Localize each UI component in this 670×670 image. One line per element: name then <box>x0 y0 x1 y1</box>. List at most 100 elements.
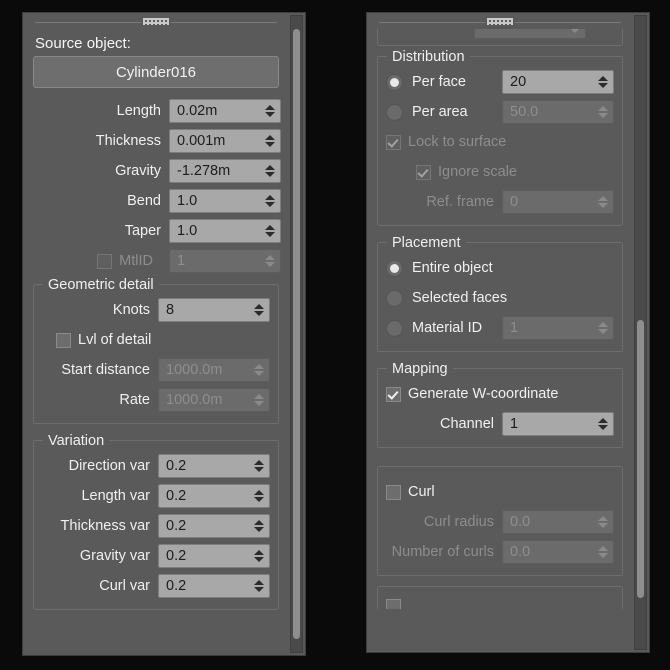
length-spinner[interactable]: 0.02m <box>169 99 281 123</box>
direction-var-spinner[interactable]: 0.2 <box>158 454 270 478</box>
per-area-value: 50.0 <box>510 104 539 120</box>
rate-spinner: 1000.0m <box>158 388 270 412</box>
thickness-spinner[interactable]: 0.001m <box>169 129 281 153</box>
gravity-var-spinner[interactable]: 0.2 <box>158 544 270 568</box>
length-label: Length <box>116 103 161 119</box>
number-of-curls-value: 0.0 <box>510 544 531 560</box>
gravity-spinner[interactable]: -1.278m <box>169 159 281 183</box>
length-var-label: Length var <box>81 488 150 504</box>
thickness-var-label: Thickness var <box>60 518 150 534</box>
gravity-label: Gravity <box>115 163 161 179</box>
per-face-label: Per face <box>412 74 466 90</box>
row-lock-to-surface: Lock to surface <box>386 129 614 155</box>
curl-var-spinner[interactable]: 0.2 <box>158 574 270 598</box>
row-start-distance: Start distance 1000.0m <box>42 357 270 383</box>
start-distance-value: 1000.0m <box>166 362 223 378</box>
per-face-radio[interactable] <box>386 73 403 91</box>
spinner-arrows-icon[interactable] <box>251 455 267 477</box>
spinner-arrows-icon[interactable] <box>595 413 611 435</box>
curl-radius-spinner: 0.0 <box>502 510 614 534</box>
rate-label: Rate <box>119 392 150 408</box>
bend-value: 1.0 <box>177 193 198 209</box>
spinner-arrows-icon[interactable] <box>262 160 278 182</box>
panel-drag-grip[interactable] <box>35 15 277 29</box>
row-channel: Channel 1 <box>386 411 614 437</box>
geometric-detail-group: Geometric detail Knots 8 Lvl of detail S… <box>33 277 279 424</box>
row-entire-object: Entire object <box>386 255 614 281</box>
entire-object-label: Entire object <box>412 260 493 276</box>
spinner-arrows-icon[interactable] <box>251 515 267 537</box>
geometric-detail-title: Geometric detail <box>43 277 159 293</box>
per-face-spinner[interactable]: 20 <box>502 70 614 94</box>
bend-label: Bend <box>127 193 161 209</box>
entire-object-radio[interactable] <box>386 259 403 277</box>
spinner-arrows-icon[interactable] <box>567 29 583 38</box>
start-distance-label: Start distance <box>61 362 150 378</box>
mtlid-label: MtlID <box>119 253 153 269</box>
source-object-button[interactable]: Cylinder016 <box>33 56 279 88</box>
row-length: Length 0.02m <box>31 98 281 124</box>
bend-spinner[interactable]: 1.0 <box>169 189 281 213</box>
selected-faces-radio[interactable] <box>386 289 403 307</box>
left-panel-scrollbar[interactable] <box>290 15 303 653</box>
row-curl-var: Curl var 0.2 <box>42 573 270 599</box>
spinner-arrows-icon[interactable] <box>595 71 611 93</box>
next-group-stub <box>377 586 623 609</box>
row-per-face: Per face 20 <box>386 69 614 95</box>
selected-faces-label: Selected faces <box>412 290 508 306</box>
row-gravity: Gravity -1.278m <box>31 158 281 184</box>
right-scrollbar-thumb[interactable] <box>637 319 644 599</box>
direction-var-value: 0.2 <box>166 458 187 474</box>
rate-value: 1000.0m <box>166 392 223 408</box>
spinner-arrows-icon[interactable] <box>262 220 278 242</box>
row-generate-w: Generate W-coordinate <box>386 381 614 407</box>
ref-frame-label: Ref. frame <box>426 194 494 210</box>
next-group-checkbox[interactable] <box>386 599 401 609</box>
spinner-arrows-icon[interactable] <box>251 485 267 507</box>
row-gravity-var: Gravity var 0.2 <box>42 543 270 569</box>
thickness-value: 0.001m <box>177 133 226 149</box>
material-id-radio[interactable] <box>386 319 403 337</box>
taper-spinner[interactable]: 1.0 <box>169 219 281 243</box>
spinner-arrows-icon <box>595 317 611 339</box>
spinner-arrows-icon <box>595 101 611 123</box>
panel-drag-grip[interactable] <box>379 15 621 29</box>
mtlid-checkbox[interactable] <box>97 253 113 269</box>
spinner-arrows-icon[interactable] <box>262 130 278 152</box>
spinner-arrows-icon[interactable] <box>262 190 278 212</box>
channel-spinner[interactable]: 1 <box>502 412 614 436</box>
distribution-group: Distribution Per face 20 Per area 50.0 L… <box>377 49 623 226</box>
spinner-arrows-icon[interactable] <box>251 545 267 567</box>
left-scrollbar-thumb[interactable] <box>293 28 300 640</box>
spinner-arrows-icon[interactable] <box>251 575 267 597</box>
lvl-of-detail-checkbox[interactable] <box>56 332 71 348</box>
left-command-panel: Source object: Cylinder016 Length 0.02m … <box>22 12 306 656</box>
spinner-arrows-icon[interactable] <box>251 299 267 321</box>
thickness-var-spinner[interactable]: 0.2 <box>158 514 270 538</box>
app-screen: Source object: Cylinder016 Length 0.02m … <box>0 0 670 670</box>
right-command-panel: Distribution Per face 20 Per area 50.0 L… <box>366 12 650 653</box>
spinner-arrows-icon[interactable] <box>262 100 278 122</box>
curl-checkbox[interactable] <box>386 484 401 500</box>
generate-w-coordinate-checkbox[interactable] <box>386 386 401 402</box>
per-area-radio[interactable] <box>386 103 403 121</box>
mapping-title: Mapping <box>387 361 453 377</box>
channel-value: 1 <box>510 416 519 432</box>
gravity-var-label: Gravity var <box>79 548 150 564</box>
thickness-label: Thickness <box>95 133 161 149</box>
row-material-id: Material ID 1 <box>386 315 614 341</box>
knots-spinner[interactable]: 8 <box>158 298 270 322</box>
ignore-scale-checkbox <box>416 164 431 180</box>
grip-dots <box>485 16 515 27</box>
right-panel-scrollbar[interactable] <box>634 15 647 650</box>
variation-group: Variation Direction var 0.2 Length var 0… <box>33 433 279 610</box>
row-curl-radius: Curl radius 0.0 <box>386 509 614 535</box>
clipped-group-above <box>377 29 623 46</box>
placement-group: Placement Entire object Selected faces M… <box>377 235 623 352</box>
mtlid-spinner: 1 <box>169 249 281 273</box>
mtlid-value: 1 <box>177 253 186 269</box>
clipped-spinner[interactable] <box>474 29 586 39</box>
variation-title: Variation <box>43 433 110 449</box>
length-var-spinner[interactable]: 0.2 <box>158 484 270 508</box>
row-mtlid: MtlID 1 <box>31 248 281 274</box>
